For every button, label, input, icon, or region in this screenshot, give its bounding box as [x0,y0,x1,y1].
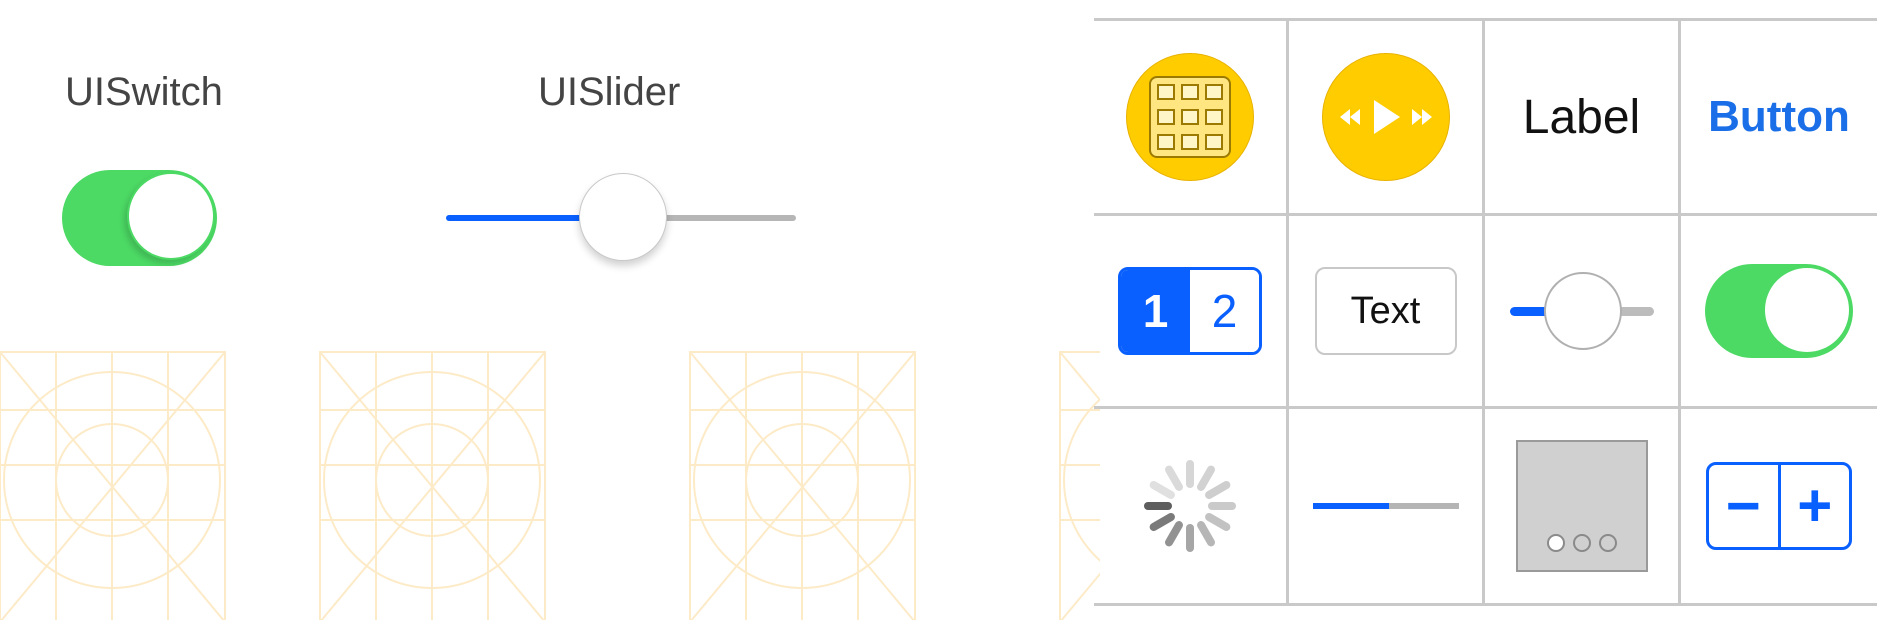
button-sample[interactable]: Button [1708,92,1850,142]
stepper-sample[interactable]: − + [1706,462,1852,550]
page-control-dots [1518,534,1646,552]
slider-sample[interactable] [1509,271,1654,351]
library-item-slider[interactable] [1485,216,1678,406]
library-item-text-field[interactable]: Text [1289,216,1482,406]
library-item-button[interactable]: Button [1681,21,1877,213]
page-dot-3[interactable] [1598,534,1617,552]
demo-switch[interactable] [62,170,217,266]
text-field-sample[interactable]: Text [1314,267,1457,355]
segment-1[interactable]: 1 [1121,270,1190,352]
stepper-minus-button[interactable]: − [1709,465,1778,547]
spinner-icon [1144,460,1236,552]
slider-max-track [1617,307,1654,316]
library-item-collection-view[interactable] [1094,21,1286,213]
grid-icon [1126,53,1254,181]
label-sample: Label [1522,90,1641,144]
library-item-stepper[interactable]: − + [1681,409,1877,603]
library-item-page-view[interactable] [1485,409,1678,603]
demo-slider[interactable] [446,168,796,268]
slider-thumb[interactable] [579,173,667,261]
library-item-activity-indicator[interactable] [1094,409,1286,603]
page-dot-2[interactable] [1572,534,1591,552]
switch-knob[interactable] [127,172,215,260]
library-item-progress-view[interactable] [1289,409,1482,603]
library-item-switch[interactable] [1681,216,1877,406]
page-dot-1[interactable] [1546,534,1565,552]
object-library-grid: Label Button 1 2 Text − + [1094,18,1877,606]
slider-title: UISlider [538,70,681,114]
rewind-play-forward-icon [1321,53,1450,181]
slider-thumb[interactable] [1543,272,1622,350]
library-item-media-player[interactable] [1289,21,1482,213]
page-view-sample [1515,440,1648,572]
library-item-segmented-control[interactable]: 1 2 [1094,216,1286,406]
progress-fill [1312,503,1389,509]
progress-track [1388,503,1459,509]
switch-sample[interactable] [1705,264,1853,358]
stepper-plus-button[interactable]: + [1781,465,1850,547]
switch-knob[interactable] [1763,266,1851,354]
segmented-control[interactable]: 1 2 [1118,267,1262,355]
switch-title: UISwitch [65,70,223,114]
background-grid-pattern [0,351,1100,620]
library-item-label[interactable]: Label [1485,21,1678,213]
progress-view-sample [1312,503,1459,509]
segment-2[interactable]: 2 [1190,270,1259,352]
